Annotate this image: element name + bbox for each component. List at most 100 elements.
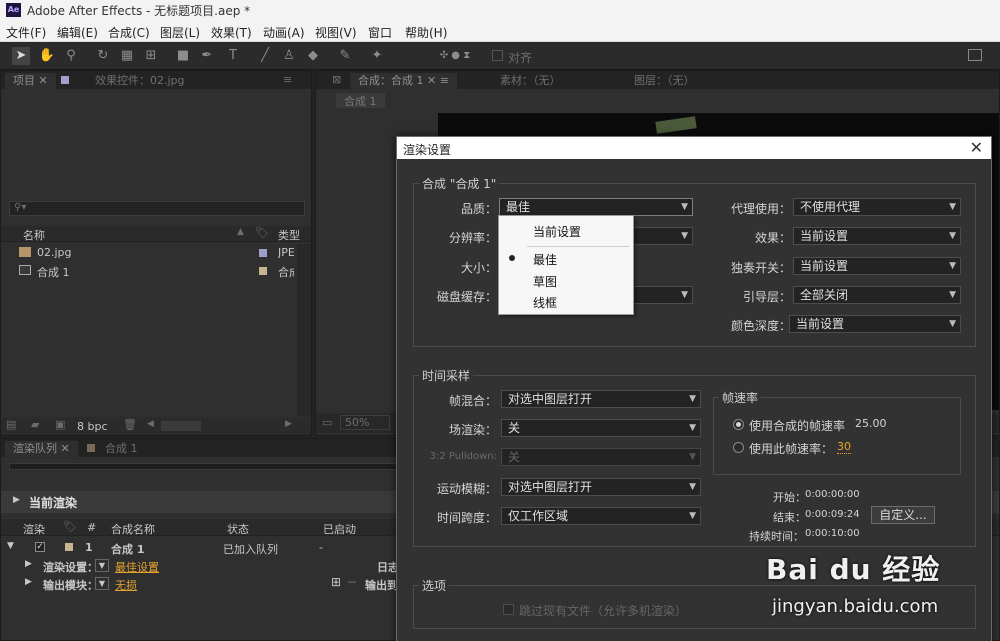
output-module-dropdown[interactable]: ▼ — [95, 577, 109, 590]
menu-view[interactable]: 视图(V) — [315, 24, 357, 41]
motion-blur-label: 运动模糊： — [436, 482, 497, 496]
horizontal-scroll-thumb[interactable] — [161, 421, 201, 431]
snap-checkbox[interactable] — [492, 50, 503, 61]
rotate-tool-icon[interactable]: ↻ — [94, 47, 112, 65]
expand-arrow-icon[interactable]: ▶ — [25, 559, 32, 569]
remove-output-icon[interactable]: − — [347, 575, 357, 589]
lock-icon[interactable]: ⊠ — [332, 73, 341, 86]
roto-brush-tool-icon[interactable]: ✎ — [336, 47, 354, 65]
column-comp-name[interactable]: 合成名称 — [111, 521, 155, 537]
add-output-icon[interactable]: ⊞ — [331, 575, 341, 589]
rectangle-tool-icon[interactable]: ■ — [174, 47, 192, 65]
bit-depth-label[interactable]: 8 bpc — [77, 420, 108, 433]
field-render-dropdown[interactable]: 关 ▼ — [501, 419, 701, 437]
use-this-frame-rate-radio[interactable] — [733, 442, 744, 453]
solo-switches-dropdown[interactable]: 当前设置 ▼ — [793, 257, 961, 275]
render-item-number: 1 — [85, 541, 93, 554]
column-name[interactable]: 名称 — [23, 227, 45, 243]
project-item-row[interactable]: 02.jpg JPE ⋔ — [1, 244, 311, 261]
menu-item-draft[interactable]: 草图 — [533, 273, 557, 290]
interpret-footage-icon[interactable]: ▤ — [6, 418, 16, 431]
skip-existing-label: 跳过现有文件（允许多机渲染） — [519, 604, 688, 618]
pen-tool-icon[interactable]: ✒ — [198, 47, 216, 65]
panel-menu-icon[interactable]: ≡ — [283, 73, 292, 86]
column-number[interactable]: # — [87, 521, 96, 534]
expand-arrow-icon[interactable]: ▶ — [25, 577, 32, 587]
eraser-tool-icon[interactable]: ◆ — [304, 47, 322, 65]
project-item-row[interactable]: 合成 1 合成 — [1, 262, 311, 279]
render-settings-link[interactable]: 最佳设置 — [115, 559, 159, 575]
project-search-input[interactable]: ⚲▾ — [9, 201, 305, 216]
tab-render-queue[interactable]: 渲染队列 ✕ — [5, 441, 78, 457]
menu-window[interactable]: 窗口 — [368, 24, 392, 41]
hand-tool-icon[interactable]: ✋ — [38, 47, 56, 65]
motion-blur-dropdown[interactable]: 对选中图层打开 ▼ — [501, 478, 701, 496]
menu-composition[interactable]: 合成(C) — [108, 24, 150, 41]
menu-effect[interactable]: 效果(T) — [211, 24, 252, 41]
menu-animation[interactable]: 动画(A) — [263, 24, 305, 41]
column-type[interactable]: 类型 — [278, 227, 300, 243]
menu-file[interactable]: 文件(F) — [6, 24, 46, 41]
effects-dropdown[interactable]: 当前设置 ▼ — [793, 227, 961, 245]
close-icon[interactable]: ✕ — [970, 138, 983, 157]
selection-tool-icon[interactable]: ➤ — [12, 47, 30, 65]
use-comp-frame-rate-radio[interactable] — [733, 419, 744, 430]
use-this-frame-rate-label[interactable]: 使用此帧速率： — [749, 440, 833, 457]
menu-item-best[interactable]: 最佳 — [533, 251, 557, 268]
scroll-left-icon[interactable]: ◀ — [147, 419, 154, 429]
expand-arrow-icon[interactable]: ▶ — [13, 495, 20, 505]
expand-arrow-icon[interactable]: ▼ — [7, 541, 14, 551]
menu-help[interactable]: 帮助(H) — [405, 24, 447, 41]
column-status[interactable]: 状态 — [227, 521, 249, 537]
composition-subtab[interactable]: 合成 1 — [336, 93, 385, 108]
new-folder-icon[interactable]: ▰ — [31, 418, 39, 431]
camera-tool-icon[interactable]: ▦ — [118, 47, 136, 65]
new-composition-icon[interactable]: ▣ — [55, 418, 65, 431]
sort-up-icon[interactable]: ▲ — [237, 227, 244, 237]
text-tool-icon[interactable]: T — [224, 47, 242, 65]
tab-footage[interactable]: 素材：（无） — [492, 73, 569, 89]
guide-layers-dropdown[interactable]: 全部关闭 ▼ — [793, 286, 961, 304]
scroll-right-icon[interactable]: ▶ — [285, 419, 292, 429]
use-comp-frame-rate-label[interactable]: 使用合成的帧速率 — [749, 417, 845, 434]
trash-icon[interactable]: 🗑 — [123, 418, 137, 431]
frame-rate-input[interactable]: 30 — [837, 440, 851, 454]
brush-tool-icon[interactable]: ╱ — [256, 47, 274, 65]
dialog-title: 渲染设置 — [403, 143, 452, 157]
baidu-watermark: Bai du 经验 jingyan.baidu.com — [746, 540, 1000, 641]
output-module-link[interactable]: 无损 — [115, 577, 137, 593]
time-span-dropdown[interactable]: 仅工作区域 ▼ — [501, 507, 701, 525]
project-scrollbar[interactable] — [297, 244, 311, 416]
workspace-icon[interactable] — [968, 49, 982, 61]
render-checkbox[interactable]: ✓ — [35, 542, 45, 552]
tab-project[interactable]: 项目 ✕ — [5, 73, 56, 89]
column-started[interactable]: 已启动 — [323, 521, 356, 537]
zoom-tool-icon[interactable]: ⚲ — [62, 47, 80, 65]
grid-icon[interactable]: ▭ — [322, 416, 332, 429]
start-time-value: 0:00:00:00 — [805, 489, 860, 500]
color-depth-dropdown[interactable]: 当前设置 ▼ — [789, 315, 961, 333]
tab-composition[interactable]: 合成：合成 1 ✕ ≡ — [350, 73, 457, 89]
frame-blending-dropdown[interactable]: 对选中图层打开 ▼ — [501, 390, 701, 408]
quality-dropdown-menu: 当前设置 最佳 草图 线框 — [498, 215, 634, 315]
tab-effect-controls[interactable]: 效果控件：02.jpg — [87, 73, 193, 89]
column-render[interactable]: 渲染 — [23, 521, 45, 537]
proxy-dropdown[interactable]: 不使用代理 ▼ — [793, 198, 961, 216]
puppet-pin-tool-icon[interactable]: ✦ — [368, 47, 386, 65]
menu-layer[interactable]: 图层(L) — [160, 24, 200, 41]
label-tag-icon[interactable]: 🏷 — [63, 520, 77, 533]
render-settings-dropdown[interactable]: ▼ — [95, 559, 109, 572]
menu-item-wireframe[interactable]: 线框 — [533, 294, 557, 311]
quality-dropdown[interactable]: 最佳 ▼ — [499, 198, 693, 216]
tab-layer[interactable]: 图层：（无） — [626, 73, 703, 89]
size-label: 大小： — [460, 261, 497, 275]
label-tag-icon[interactable]: 🏷 — [255, 226, 269, 239]
menu-item-current-settings[interactable]: 当前设置 — [533, 223, 581, 240]
pan-behind-tool-icon[interactable]: ⊞ — [142, 47, 160, 65]
clone-stamp-tool-icon[interactable]: ♙ — [280, 47, 298, 65]
zoom-dropdown[interactable]: 50% — [340, 415, 390, 430]
custom-time-span-button[interactable]: 自定义... — [871, 506, 935, 524]
axis-mode-icons[interactable]: ✣ ● ⧗ — [430, 47, 480, 65]
menu-edit[interactable]: 编辑(E) — [57, 24, 98, 41]
tab-composition-timeline[interactable]: 合成 1 — [97, 441, 146, 457]
